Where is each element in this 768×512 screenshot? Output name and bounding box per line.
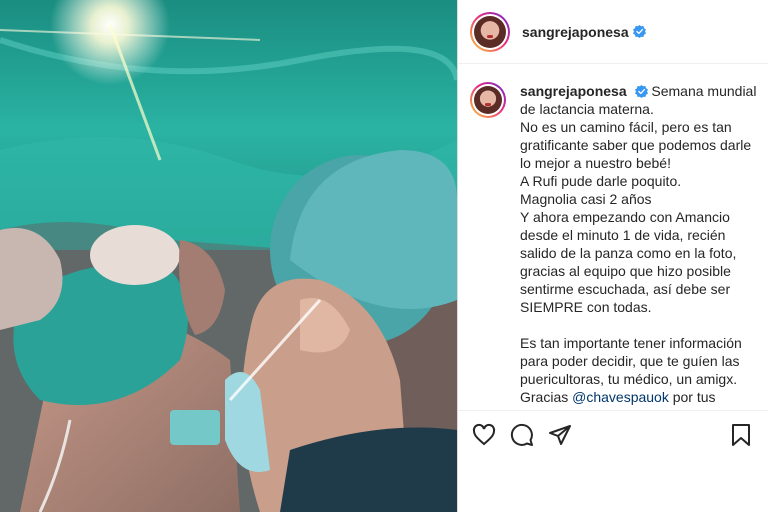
header-username[interactable]: sangrejaponesa (522, 24, 629, 40)
avatar-image (474, 86, 502, 114)
comment-icon[interactable] (510, 423, 534, 447)
caption-line: Es tan importante tener información para… (520, 334, 757, 410)
avatar-image (474, 15, 506, 48)
caption-line: Y ahora empezando con Amancio desde el m… (520, 209, 737, 315)
verified-badge-icon (634, 85, 648, 98)
post-photo[interactable] (0, 0, 457, 512)
post-caption: sangrejaponesa Semana mundial de lactanc… (520, 82, 757, 410)
header-avatar[interactable] (470, 11, 510, 52)
share-icon[interactable] (548, 423, 572, 447)
caption-username[interactable]: sangrejaponesa (520, 83, 627, 99)
post-side-panel: sangrejaponesa sangrejaponesa Semana mun… (457, 0, 768, 512)
caption-line: A Rufi pude darle poquito. (520, 173, 682, 189)
post-header: sangrejaponesa (458, 0, 768, 64)
caption-area: sangrejaponesa Semana mundial de lactanc… (458, 64, 768, 410)
caption-line: Magnolia casi 2 años (520, 191, 652, 207)
avatar-inner (472, 84, 504, 116)
caption-avatar[interactable] (470, 82, 506, 118)
verified-badge-icon (632, 25, 646, 38)
caption-text: Es tan importante tener información para… (520, 335, 742, 387)
mention-link[interactable]: @chavespauok (572, 389, 669, 405)
caption-text: Gracias (520, 389, 569, 405)
avatar-inner (472, 13, 508, 50)
heart-icon[interactable] (472, 423, 496, 447)
post-actions-bar (458, 410, 768, 458)
photo-illustration (0, 0, 457, 512)
caption-line: No es un camino fácil, pero es tan grati… (520, 119, 752, 171)
bookmark-icon[interactable] (729, 423, 753, 447)
